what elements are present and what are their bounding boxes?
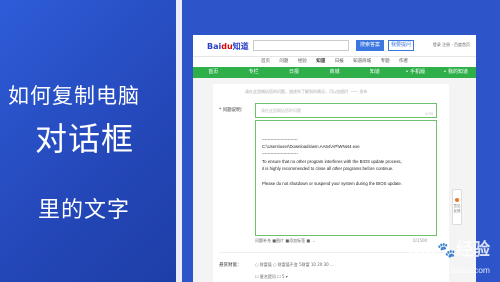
tab-item[interactable]: 作者 (399, 59, 408, 64)
reward-options[interactable]: ○ 财富值 ○ 财富值不变 5财富 10 20 30 ... (255, 262, 334, 268)
tab-item[interactable]: 日报 (335, 59, 344, 64)
question-char-count: 0/30 (425, 112, 433, 116)
green-nav-bar: 首页 专栏 日报 商城 知道 • 手机版 • 我的知道 (193, 67, 476, 78)
feedback-label: 意见反馈 (453, 204, 461, 213)
watermark-brand-suffix: 经验 (456, 240, 490, 260)
editor-line: ------------------------- (262, 137, 298, 142)
tab-item-active[interactable]: 知道 (316, 59, 325, 64)
editor-line: C:\Users\user\Downloads\wm.AA64\AP\WNet4… (262, 144, 360, 149)
baidu-jingyan-watermark: Bai🐾经验 (407, 235, 490, 260)
ask-question-button[interactable]: 我要提问 (388, 40, 414, 51)
green-nav-item[interactable]: 专栏 (233, 67, 273, 78)
logo-text-blue: Bai (207, 42, 222, 51)
green-nav-item[interactable]: • 手机版 (395, 67, 435, 78)
top-links[interactable]: 登录 注册 · 百度首页 (433, 42, 470, 48)
paw-icon: 🐾 (437, 241, 456, 259)
tab-item[interactable]: 经验 (298, 59, 307, 64)
editor-line: ------------------------- (262, 151, 298, 156)
editor-line: Please do not shutdown or suspend your s… (262, 181, 402, 186)
watermark-url: jingyan.baidu.com (421, 265, 490, 275)
promo-title-line-1: 如何复制电脑 (8, 84, 140, 108)
editor-line: it is highly recommended to close all ot… (262, 166, 394, 171)
promo-panel: 如何复制电脑 对话框 里的文字 (0, 0, 182, 282)
tab-item[interactable]: 问题 (279, 59, 288, 64)
question-label: * 问题说明： (219, 108, 246, 113)
screenshot-panel: Baidu知道 搜索答案 我要提问 登录 注册 · 百度首页 首页 问题 经验 … (182, 0, 500, 282)
green-nav-item[interactable]: 知道 (355, 67, 395, 78)
tab-item[interactable]: 专题 (381, 59, 390, 64)
editor-line: To ensure that no other program interfer… (262, 159, 402, 164)
logo-text-red: du (221, 42, 233, 51)
baidu-zhidao-logo[interactable]: Baidu知道 (207, 41, 249, 52)
logo-suffix: 知道 (232, 42, 249, 51)
site-header: Baidu知道 搜索答案 我要提问 登录 注册 · 百度首页 (193, 35, 476, 57)
feedback-icon (455, 198, 459, 202)
green-nav-item[interactable]: 日报 (274, 67, 314, 78)
question-title-input[interactable]: 请在这里概括您的问题 0/30 (255, 103, 437, 118)
question-placeholder: 请在这里概括您的问题 (261, 108, 301, 113)
question-description-editor[interactable]: ------------------------- C:\Users\user\… (255, 120, 437, 236)
watermark-brand: Bai (407, 240, 438, 260)
site-tabs: 首页 问题 经验 知道 日报 知道商城 专题 作者 (193, 57, 476, 67)
promo-title-line-3: 里的文字 (38, 198, 131, 223)
promo-title-line-2: 对话框 (35, 120, 135, 158)
anonymous-checkbox[interactable]: ☐ 匿名提问 ☐ 5 ▾ (255, 274, 288, 280)
green-nav-item[interactable]: 商城 (314, 67, 354, 78)
editor-toolbar[interactable]: 问题补充 ■图片 ■添加标签 ■ ... (255, 238, 315, 244)
search-input[interactable] (253, 40, 349, 51)
tab-item[interactable]: 首页 (261, 59, 270, 64)
feedback-side-widget[interactable]: 意见反馈 (452, 189, 462, 225)
reward-label: 悬赏财富： (219, 263, 242, 268)
green-nav-item[interactable]: • 我的知道 (436, 67, 476, 78)
form-tip: 请在这里概括您的问题，描述你了解到的情况，可以加图片 —— 发布 (245, 89, 368, 94)
green-nav-item[interactable]: 首页 (193, 67, 233, 78)
search-answer-button[interactable]: 搜索答案 (356, 40, 384, 51)
tab-item[interactable]: 知道商城 (353, 59, 371, 64)
